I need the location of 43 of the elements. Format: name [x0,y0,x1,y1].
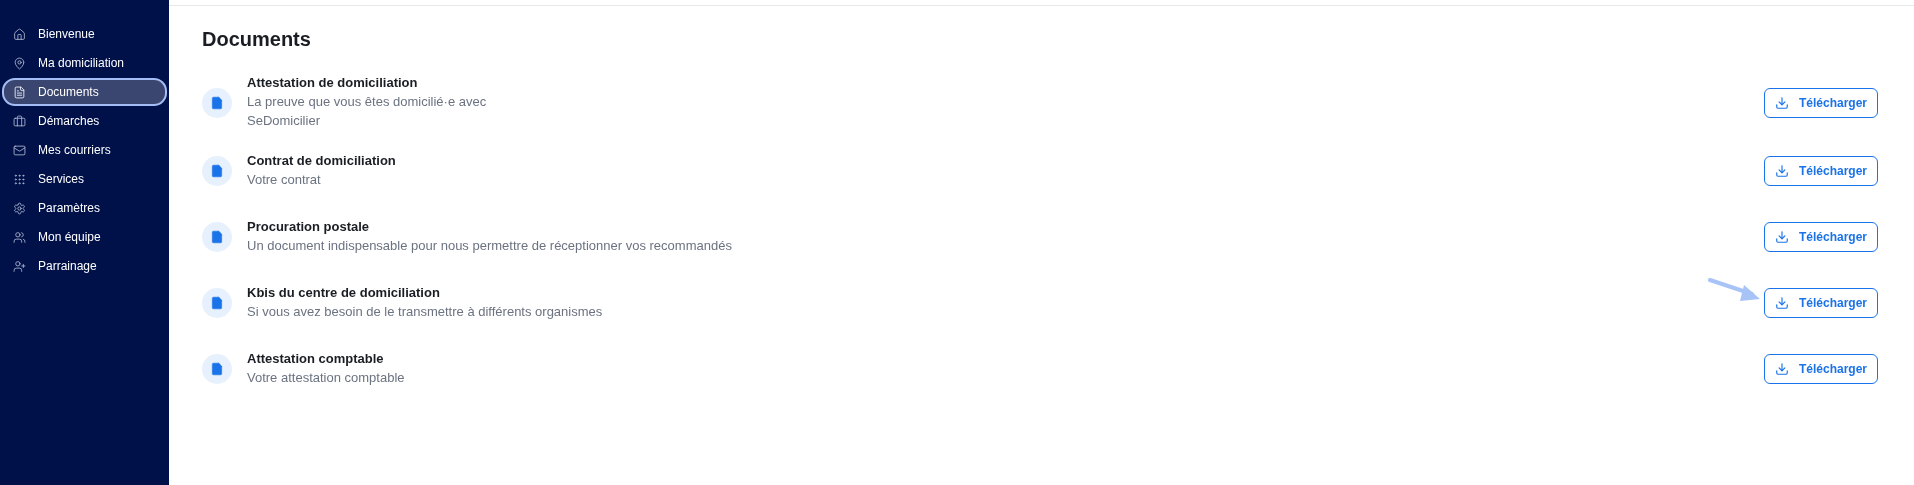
sidebar-item[interactable]: Mon équipe [2,223,167,251]
document-description: La preuve que vous êtes domicilié·e avec SeDomicilier [247,93,487,130]
document-title: Procuration postale [247,219,371,234]
document-icon [13,85,26,99]
people-icon [13,230,26,244]
grid-icon [13,172,26,186]
download-button[interactable]: Télécharger [1764,87,1878,118]
settings-icon [13,201,26,215]
download-button[interactable]: Télécharger [1764,156,1878,186]
pin-icon [13,56,26,70]
download-icon [1774,296,1789,310]
mail-icon [13,143,26,157]
download-button[interactable]: Télécharger [1764,222,1878,252]
document-title: Contrat de domiciliation [247,153,397,168]
sidebar-item[interactable]: Mes courriers [2,136,167,164]
download-icon [1774,230,1789,244]
sidebar-item[interactable]: Démarches [2,107,167,135]
document-title: Attestation de domiciliation [247,75,419,90]
document-icon [202,156,232,186]
sidebar-item[interactable]: Services [2,165,167,193]
document-description: Si vous avez besoin de le transmettre à différents organismes [247,303,604,321]
download-icon [1774,95,1789,110]
document-title: Kbis du centre de domiciliation [247,285,441,300]
document-icon [202,222,232,252]
document-title: Attestation comptable [247,351,385,366]
download-icon [1774,164,1789,178]
document-icon [202,87,232,118]
document-description: Votre attestation comptable [247,369,406,387]
download-button[interactable]: Télécharger [1764,354,1878,384]
home-icon [13,27,26,41]
briefcase-icon [13,114,26,128]
document-icon [202,288,232,318]
document-description: Votre contrat [247,171,322,189]
document-description: Un document indispensable pour nous permettre de réceptionner vos recommandés [247,237,733,255]
sidebar-item[interactable]: Bienvenue [2,20,167,48]
sidebar-item[interactable]: Parrainage [2,252,167,280]
document-icon [202,354,232,384]
download-icon [1774,362,1789,376]
sidebar-item[interactable]: Ma domiciliation [2,49,167,77]
sidebar-item[interactable]: Documents [2,78,167,106]
page-title: Documents [202,28,312,51]
user-plus-icon [13,259,26,273]
sidebar-item[interactable]: Paramètres [2,194,167,222]
